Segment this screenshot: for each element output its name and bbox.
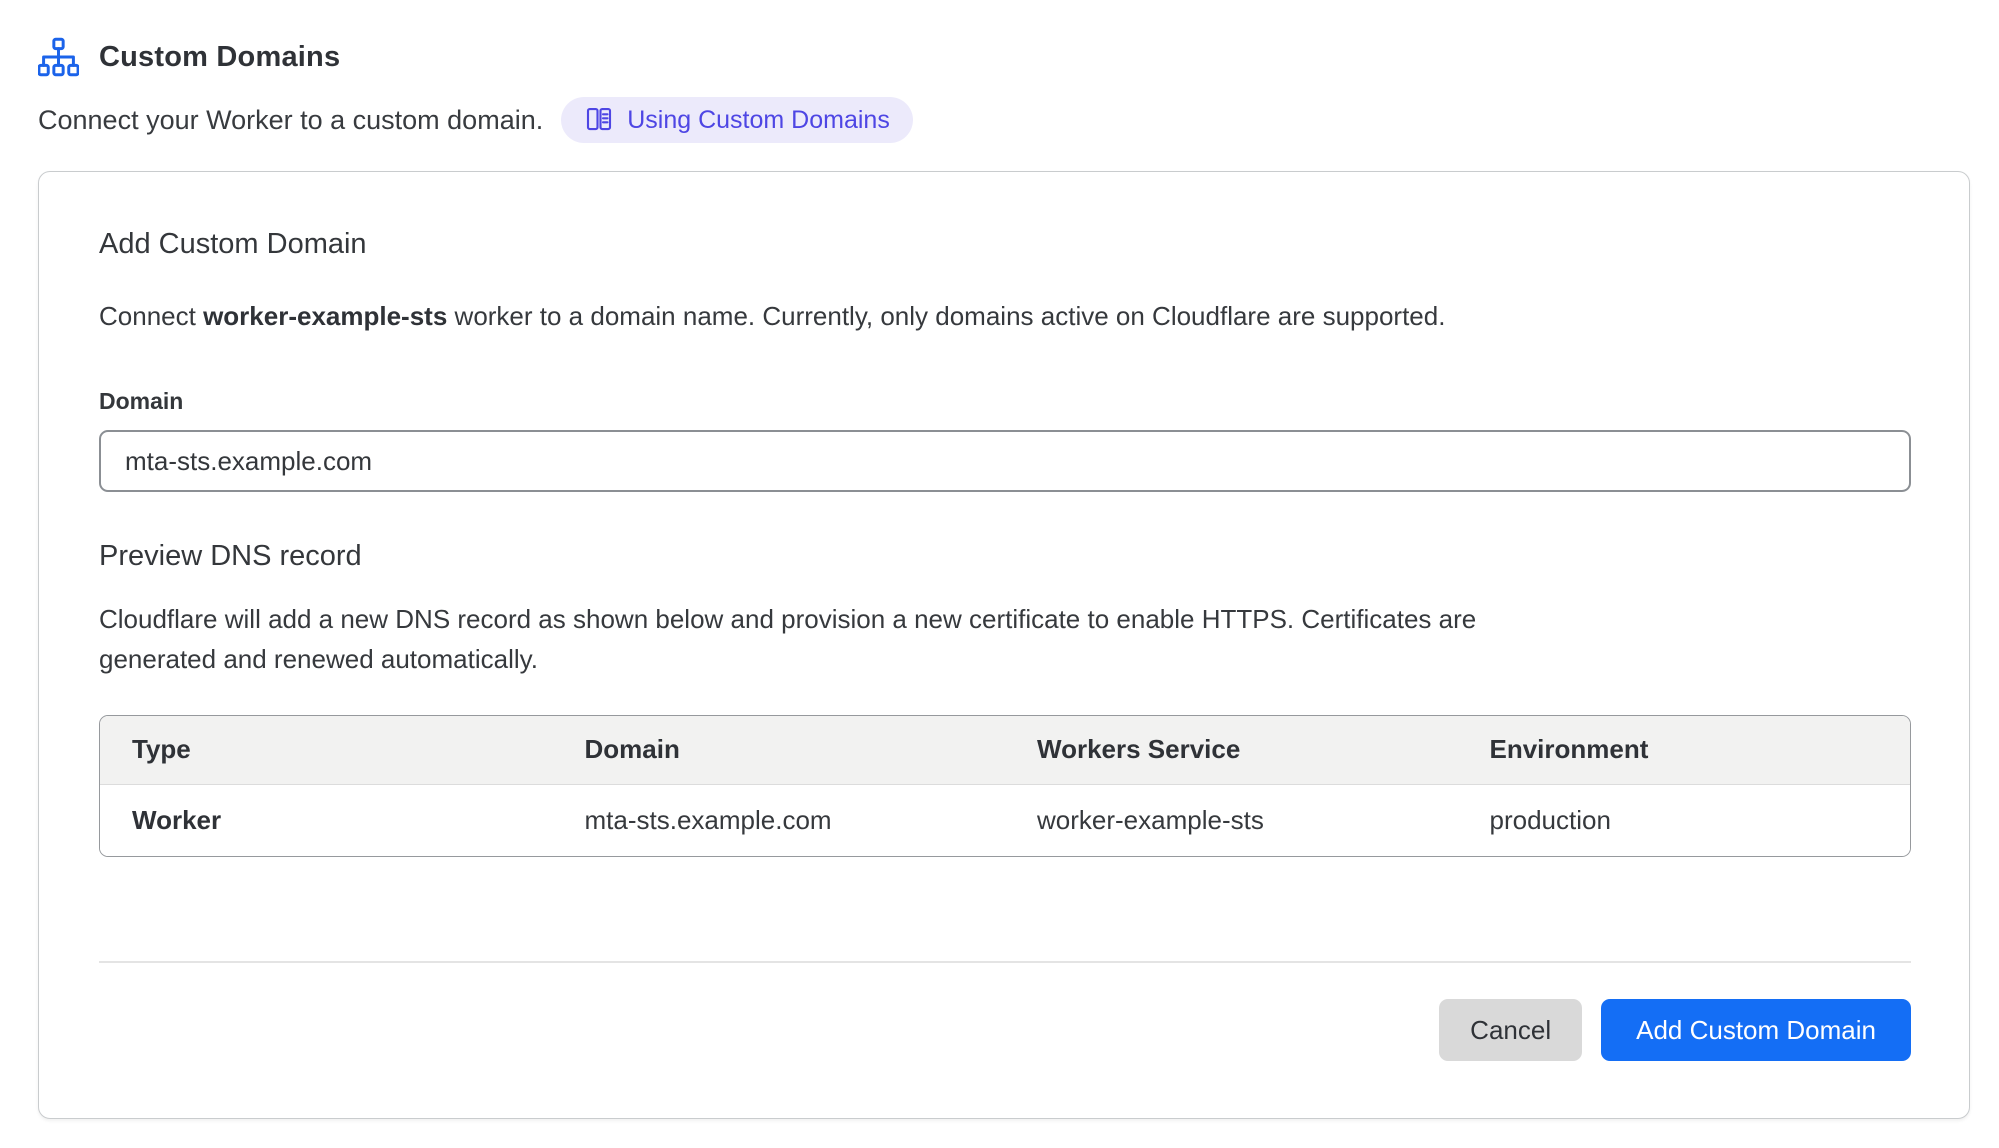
card-heading: Add Custom Domain <box>99 228 1909 261</box>
custom-domains-page: Custom Domains Connect your Worker to a … <box>0 0 1999 1119</box>
domain-field-label: Domain <box>99 388 1909 415</box>
column-header-environment: Environment <box>1458 716 1911 784</box>
dns-preview-table: Type Domain Workers Service Environment … <box>99 715 1911 857</box>
docs-link-using-custom-domains[interactable]: Using Custom Domains <box>561 97 913 143</box>
docs-link-label: Using Custom Domains <box>627 106 890 135</box>
preview-dns-heading: Preview DNS record <box>99 540 1909 573</box>
page-subtitle: Connect your Worker to a custom domain. <box>38 105 543 136</box>
add-custom-domain-button[interactable]: Add Custom Domain <box>1601 999 1911 1061</box>
page-header: Custom Domains <box>38 34 1970 80</box>
card-description: Connect worker-example-sts worker to a d… <box>99 301 1909 332</box>
cell-environment: production <box>1458 784 1911 856</box>
table-row: Worker mta-sts.example.com worker-exampl… <box>100 784 1910 856</box>
description-prefix: Connect <box>99 301 203 331</box>
cell-domain: mta-sts.example.com <box>553 784 1006 856</box>
cell-workers-service: worker-example-sts <box>1005 784 1458 856</box>
add-custom-domain-card: Add Custom Domain Connect worker-example… <box>38 171 1970 1119</box>
worker-name: worker-example-sts <box>203 301 447 331</box>
column-header-workers-service: Workers Service <box>1005 716 1458 784</box>
page-subheader: Connect your Worker to a custom domain. … <box>38 96 1970 144</box>
open-book-icon <box>584 104 614 137</box>
sitemap-icon <box>38 37 79 77</box>
table-header-row: Type Domain Workers Service Environment <box>100 716 1910 784</box>
column-header-type: Type <box>100 716 553 784</box>
column-header-domain: Domain <box>553 716 1006 784</box>
preview-dns-description: Cloudflare will add a new DNS record as … <box>99 599 1579 679</box>
card-footer: Cancel Add Custom Domain <box>99 999 1911 1061</box>
description-suffix: worker to a domain name. Currently, only… <box>447 301 1445 331</box>
page-title: Custom Domains <box>99 41 340 74</box>
footer-divider <box>99 961 1911 963</box>
cell-type: Worker <box>100 784 553 856</box>
domain-input[interactable] <box>99 430 1911 492</box>
cancel-button[interactable]: Cancel <box>1439 999 1582 1061</box>
